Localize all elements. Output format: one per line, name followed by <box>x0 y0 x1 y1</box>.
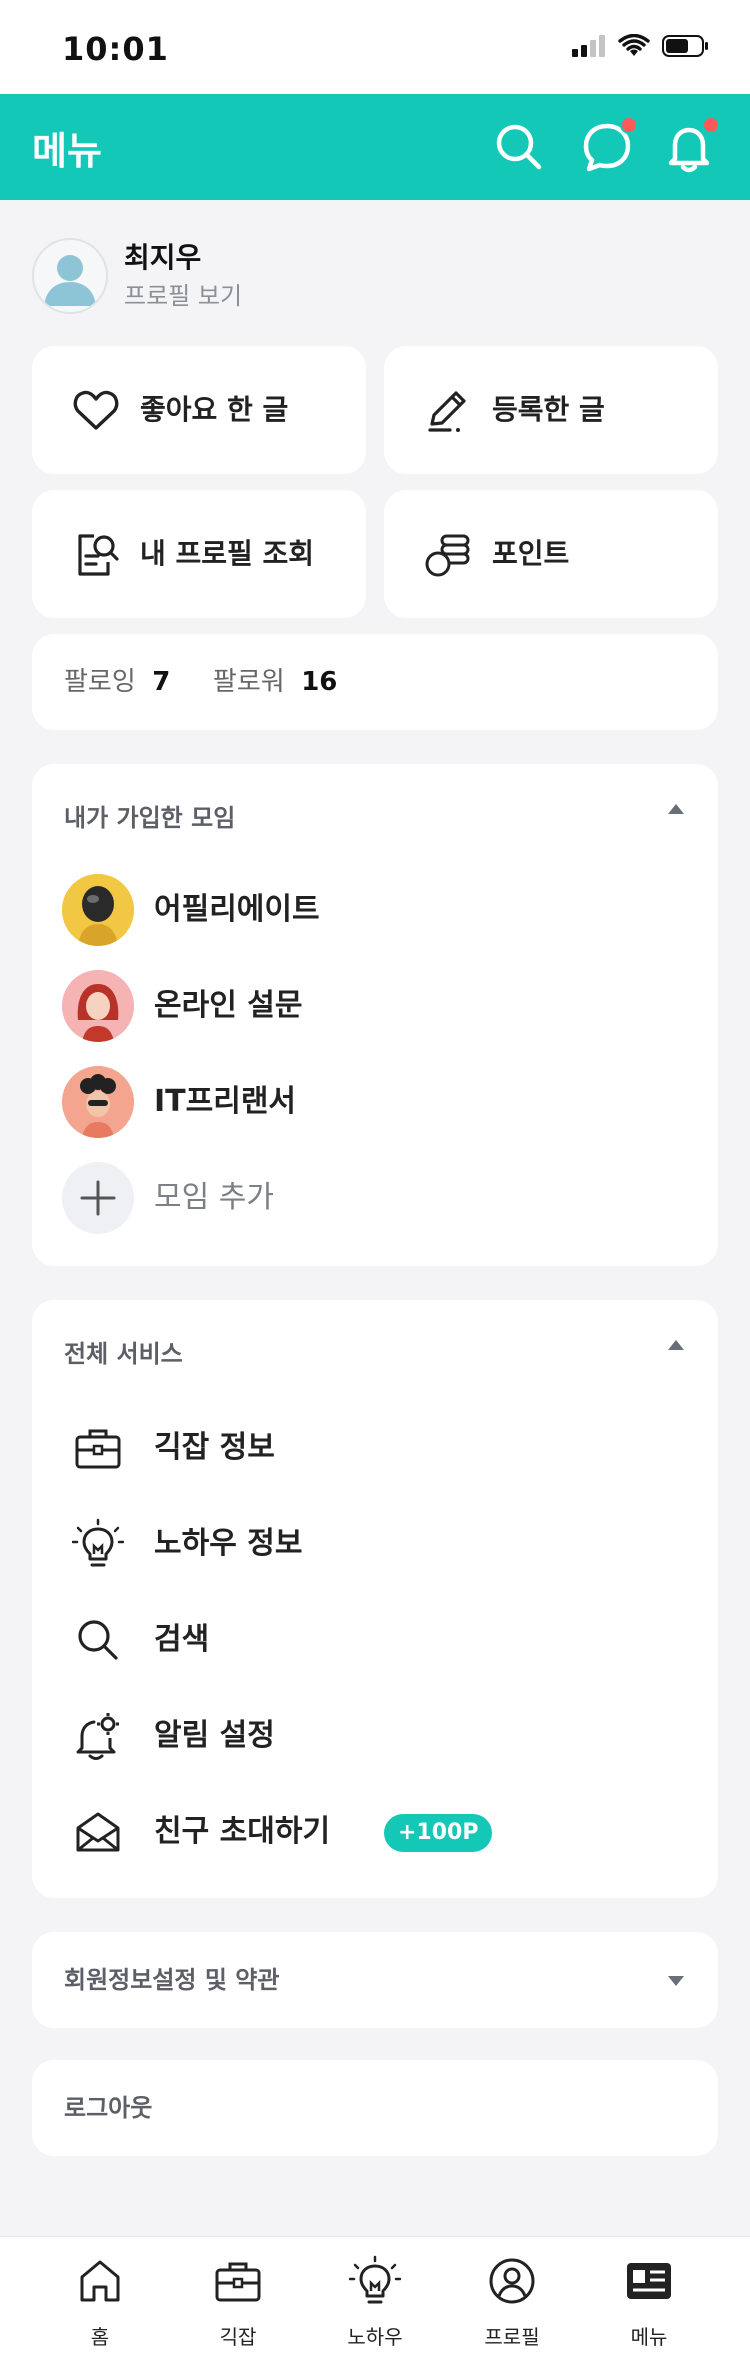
collapse-toggle[interactable] <box>668 804 684 814</box>
briefcase-icon <box>75 1429 121 1469</box>
followers-label: 팔로워 <box>212 667 285 697</box>
member-settings-row[interactable]: 회원정보설정 및 약관 <box>32 1932 718 2028</box>
status-bar: 10:01 <box>0 0 750 94</box>
notification-button[interactable] <box>660 116 720 176</box>
group-avatar <box>62 1066 134 1138</box>
points-badge: +100P <box>384 1814 493 1852</box>
profile-view-link[interactable]: 프로필 보기 <box>124 276 242 311</box>
page-title: 메뉴 <box>32 129 102 173</box>
notification-dot <box>702 116 720 134</box>
app-header: 메뉴 <box>0 94 750 200</box>
home-icon <box>80 2260 120 2302</box>
section-title: 내가 가입한 모임 <box>64 804 236 832</box>
profile-views-tile[interactable]: 내 프로필 조회 <box>32 490 366 618</box>
group-avatar <box>62 874 134 946</box>
tab-label: 프로필 <box>484 2325 540 2349</box>
tile-label: 내 프로필 조회 <box>140 537 315 570</box>
add-group-label: 모임 추가 <box>154 1180 274 1215</box>
collapse-toggle[interactable] <box>668 1340 684 1350</box>
follow-stats: 팔로잉 7 팔로워 16 <box>32 634 718 730</box>
points-tile[interactable]: 포인트 <box>384 490 718 618</box>
group-avatar <box>62 970 134 1042</box>
cellular-signal-icon <box>572 35 605 57</box>
avatar <box>32 238 108 314</box>
group-label: 어필리에이트 <box>154 892 320 927</box>
service-item-knowhow[interactable]: 노하우 정보 <box>72 1504 712 1584</box>
battery-icon <box>662 35 708 57</box>
tile-label: 포인트 <box>492 537 570 570</box>
plus-icon <box>80 1180 116 1216</box>
following-label: 팔로잉 <box>64 667 136 697</box>
profile-name: 최지우 <box>124 241 202 274</box>
liked-posts-tile[interactable]: 좋아요 한 글 <box>32 346 366 474</box>
group-item[interactable]: 어필리에이트 <box>62 870 682 950</box>
expand-toggle[interactable] <box>668 1976 684 1986</box>
chat-button[interactable] <box>578 116 638 176</box>
service-item-search[interactable]: 검색 <box>72 1600 712 1680</box>
profile-search-icon <box>78 534 119 576</box>
briefcase-icon <box>215 2262 261 2302</box>
bottom-tab-bar: 홈 긱잡 노하우 프로필 메뉴 <box>0 2236 750 2375</box>
joined-groups-section: 내가 가입한 모임 어필리에이트 온라인 설문 IT프리랜서 모임 추가 <box>32 764 718 1266</box>
lightbulb-icon <box>348 2255 402 2304</box>
tab-label: 긱잡 <box>219 2325 257 2349</box>
following-link[interactable]: 팔로잉 7 <box>64 667 170 697</box>
default-avatar-icon <box>44 255 96 306</box>
pencil-icon <box>428 391 466 432</box>
following-count: 7 <box>152 667 171 697</box>
tab-profile[interactable]: 프로필 <box>457 2255 567 2365</box>
tile-label: 좋아요 한 글 <box>140 393 289 426</box>
service-item-notification-settings[interactable]: 알림 설정 <box>72 1696 712 1776</box>
chat-notification-dot <box>620 116 638 134</box>
member-settings-label: 회원정보설정 및 약관 <box>64 1966 280 1994</box>
profile-icon <box>489 2258 535 2304</box>
red-hair-avatar-icon <box>62 970 134 1042</box>
service-item-invite-friends[interactable]: 친구 초대하기 +100P <box>72 1792 712 1872</box>
tab-label: 노하우 <box>347 2325 403 2349</box>
search-icon[interactable] <box>490 118 548 176</box>
group-item[interactable]: IT프리랜서 <box>62 1062 682 1142</box>
profile-summary[interactable]: 최지우 프로필 보기 <box>32 236 722 316</box>
lightbulb-icon <box>72 1518 124 1567</box>
service-label: 검색 <box>154 1622 210 1657</box>
followers-count: 16 <box>301 667 338 697</box>
tab-label: 홈 <box>90 2325 110 2349</box>
curly-hair-avatar-icon <box>62 1066 134 1138</box>
group-item[interactable]: 온라인 설문 <box>62 966 682 1046</box>
wifi-icon <box>618 34 650 56</box>
bell-gear-icon <box>76 1713 119 1760</box>
tab-knowhow[interactable]: 노하우 <box>320 2255 430 2365</box>
add-group-circle <box>62 1162 134 1234</box>
group-label: 온라인 설문 <box>154 988 303 1023</box>
heart-icon <box>73 390 119 430</box>
tab-menu[interactable]: 메뉴 <box>594 2255 704 2365</box>
followers-link[interactable]: 팔로워 16 <box>213 667 337 697</box>
envelope-icon <box>76 1812 120 1852</box>
search-icon <box>78 1620 118 1660</box>
tile-label: 등록한 글 <box>492 393 605 426</box>
service-item-gigjob[interactable]: 긱잡 정보 <box>72 1408 712 1488</box>
coins-icon <box>425 534 470 577</box>
my-posts-tile[interactable]: 등록한 글 <box>384 346 718 474</box>
status-icons <box>572 34 710 58</box>
status-time: 10:01 <box>62 30 169 68</box>
menu-icon <box>627 2263 671 2299</box>
tab-home[interactable]: 홈 <box>45 2255 155 2365</box>
all-services-section: 전체 서비스 긱잡 정보 노하우 정보 검색 알림 설정 친구 초대하기 +10… <box>32 1300 718 1898</box>
service-label: 긱잡 정보 <box>154 1430 275 1465</box>
logout-button[interactable]: 로그아웃 <box>32 2060 718 2156</box>
group-label: IT프리랜서 <box>154 1084 297 1119</box>
section-title: 전체 서비스 <box>64 1340 183 1368</box>
logout-label: 로그아웃 <box>64 2094 153 2122</box>
service-label: 노하우 정보 <box>154 1526 303 1561</box>
astronaut-avatar-icon <box>62 874 134 946</box>
tab-label: 메뉴 <box>630 2325 668 2349</box>
service-label: 알림 설정 <box>154 1718 275 1753</box>
tab-gigjob[interactable]: 긱잡 <box>183 2255 293 2365</box>
add-group-button[interactable]: 모임 추가 <box>62 1158 682 1238</box>
service-label: 친구 초대하기 <box>154 1814 331 1849</box>
